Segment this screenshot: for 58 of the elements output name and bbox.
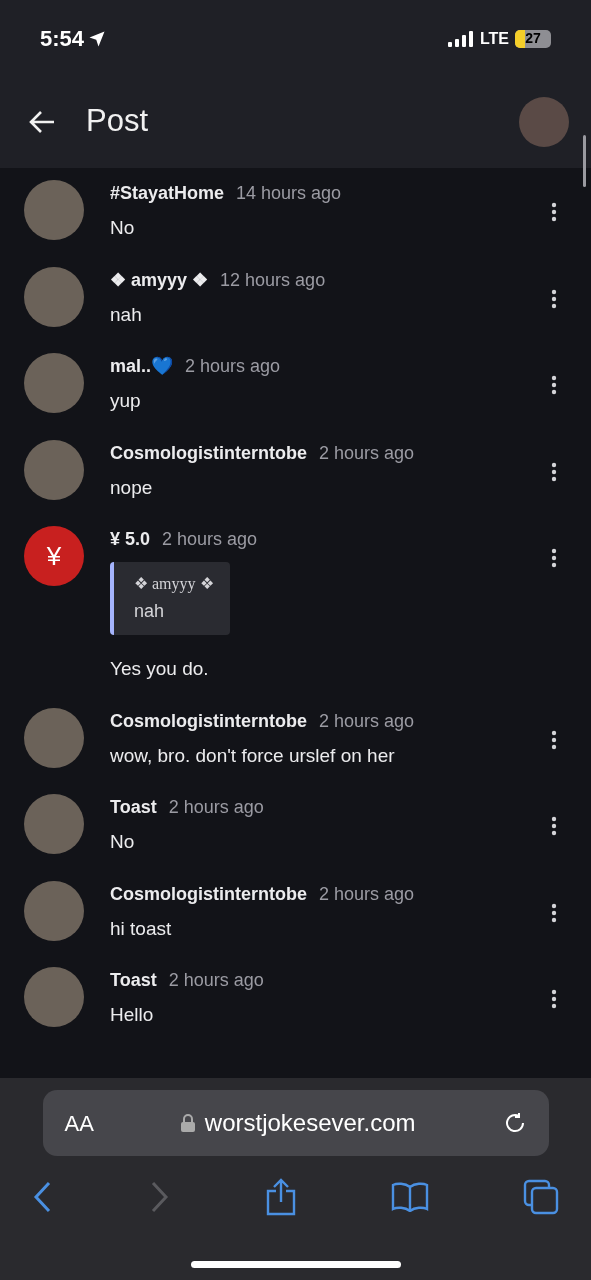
avatar-photo-placeholder [24,794,84,854]
comment-time: 2 hours ago [185,355,281,378]
comment-text: hi toast [110,916,173,941]
comment-time: 2 hours ago [168,796,264,819]
avatar-photo-placeholder [24,353,84,413]
comment-author[interactable]: ¥ 5.0 [110,526,151,553]
comment-time: 14 hours ago [236,182,342,205]
comment-author[interactable]: Toast [110,794,157,821]
address-bar[interactable]: AA worstjokesever.com [42,1090,549,1156]
more-options-icon[interactable] [551,288,557,309]
more-options-icon[interactable] [551,202,557,222]
more-options-icon[interactable] [551,902,557,923]
quoted-text: nah [134,600,166,623]
comment-author[interactable]: Toast [110,967,157,994]
comment-text: No [110,216,136,240]
page-title: Post [86,102,150,141]
comment-time: 2 hours ago [168,969,264,992]
more-options-icon[interactable] [551,989,557,1009]
comment-author[interactable]: #StayatHome [110,180,225,207]
comment-text: No [110,830,136,854]
signal-icon [447,30,474,47]
tabs-icon[interactable] [523,1179,559,1215]
comment-text: Hello [110,1003,155,1027]
more-options-icon[interactable] [551,461,557,482]
comment-time: 2 hours ago [319,882,415,906]
comment-author[interactable]: Cosmologistinterntobe [110,880,307,908]
comment-text: yup [110,389,142,413]
network-label: LTE [479,28,509,49]
comment-author[interactable]: mal..💙 [110,353,174,380]
comment-time: 2 hours ago [319,441,415,465]
more-options-icon[interactable] [551,729,557,750]
text-size-button[interactable]: AA [64,1106,94,1140]
comment-text: nah [110,302,143,327]
book-icon[interactable] [390,1182,429,1212]
comment-time: 12 hours ago [220,268,326,292]
avatar-photo-placeholder [24,967,84,1027]
share-icon[interactable] [264,1178,297,1216]
comment-author[interactable]: ❖ amyyy ❖ [110,266,209,294]
more-options-icon[interactable] [551,548,557,568]
url-text: worstjokesever.com [204,1108,416,1138]
comment-text: nope [110,475,154,500]
comment-time: 2 hours ago [162,528,258,551]
comment-text: wow, bro. don't force urslef on her [110,743,396,768]
scrollbar [583,135,586,187]
more-options-icon[interactable] [551,816,557,836]
back-arrow-icon[interactable] [28,109,56,134]
lock-icon [180,1114,195,1132]
comment-author[interactable]: Cosmologistinterntobe [110,439,307,467]
location-arrow-icon [88,29,107,48]
comment-author[interactable]: Cosmologistinterntobe [110,707,307,735]
avatar-photo-placeholder [24,180,84,240]
battery: 27 [515,29,551,48]
comment-time: 2 hours ago [319,709,415,733]
avatar: ¥ [24,526,84,586]
clock-time: 5:54 [40,25,85,53]
comment-text: Yes you do. [110,657,210,681]
quoted-author: ❖ amyyy ❖ [134,574,214,595]
more-options-icon[interactable] [551,375,557,395]
